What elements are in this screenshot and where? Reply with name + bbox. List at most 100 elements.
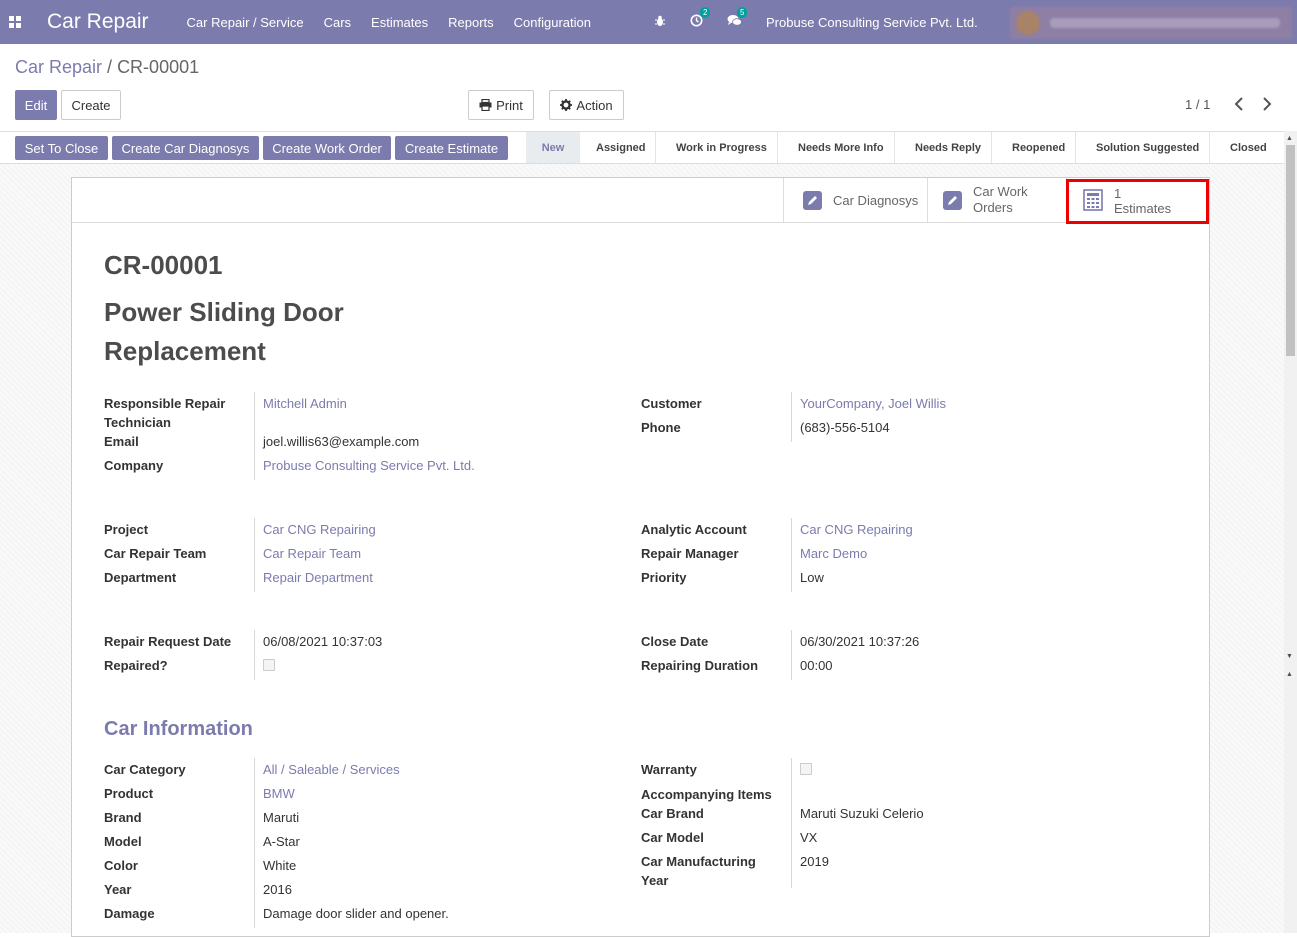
stage-needs-reply[interactable]: Needs Reply <box>915 132 981 163</box>
activity-clock-icon[interactable]: 2 <box>690 7 711 30</box>
action-button[interactable]: Action <box>549 90 624 120</box>
bug-icon[interactable] <box>654 14 666 30</box>
edit-button[interactable]: Edit <box>15 90 57 120</box>
print-icon <box>479 99 492 111</box>
scroll-up-icon-2[interactable]: ▲ <box>1286 671 1293 678</box>
create-car-diagnosys-button[interactable]: Create Car Diagnosys <box>112 136 259 160</box>
pencil-icon <box>802 190 822 210</box>
messages-count-badge: 5 <box>737 7 748 18</box>
car-category-field[interactable]: All / Saleable / Services <box>263 760 400 779</box>
menu-configuration[interactable]: Configuration <box>514 15 591 30</box>
model-label: Model <box>104 834 142 849</box>
car-diagnosys-smart-button[interactable]: Car Diagnosys <box>783 178 927 222</box>
create-estimate-button[interactable]: Create Estimate <box>395 136 508 160</box>
repairing-duration-field[interactable]: 00:00 <box>800 656 833 675</box>
damage-label: Damage <box>104 906 155 921</box>
user-name-blurred <box>1050 18 1280 28</box>
menu-cars[interactable]: Cars <box>324 15 351 30</box>
stage-assigned[interactable]: Assigned <box>596 132 646 163</box>
product-label: Product <box>104 786 154 801</box>
car-information-title: Car Information <box>104 718 253 740</box>
menu-reports[interactable]: Reports <box>448 15 494 30</box>
company-label: Company <box>104 458 164 473</box>
phone-label: Phone <box>641 420 681 435</box>
car-brand-field[interactable]: Maruti Suzuki Celerio <box>800 804 924 823</box>
breadcrumb-separator: / <box>107 57 118 77</box>
car-manufacturing-year-field[interactable]: 2019 <box>800 852 829 871</box>
priority-label: Priority <box>641 570 687 585</box>
app-brand[interactable]: Car Repair <box>47 10 149 34</box>
year-field[interactable]: 2016 <box>263 880 292 899</box>
color-label: Color <box>104 858 138 873</box>
warranty-checkbox[interactable] <box>800 763 812 775</box>
repairing-duration-label: Repairing Duration <box>641 658 759 673</box>
stage-closed[interactable]: Closed <box>1230 132 1267 163</box>
menu-car-repair-service[interactable]: Car Repair / Service <box>187 15 304 30</box>
gear-icon <box>560 99 573 111</box>
menu-estimates[interactable]: Estimates <box>371 15 428 30</box>
print-button[interactable]: Print <box>468 90 534 120</box>
car-model-field[interactable]: VX <box>800 828 817 847</box>
stage-reopened[interactable]: Reopened <box>1012 132 1065 163</box>
stage-work-in-progress[interactable]: Work in Progress <box>676 132 767 163</box>
create-work-order-button[interactable]: Create Work Order <box>263 136 391 160</box>
record-name[interactable]: Power Sliding Door Replacement <box>104 293 344 371</box>
car-model-label: Car Model <box>641 830 704 845</box>
messages-icon[interactable]: 5 <box>727 7 748 30</box>
model-field[interactable]: A-Star <box>263 832 300 851</box>
department-field[interactable]: Repair Department <box>263 568 373 587</box>
analytic-account-label: Analytic Account <box>641 522 747 537</box>
damage-field[interactable]: Damage door slider and opener. <box>263 904 449 923</box>
company-field[interactable]: Probuse Consulting Service Pvt. Ltd. <box>263 456 475 475</box>
stage-solution-suggested[interactable]: Solution Suggested <box>1096 132 1199 163</box>
avatar <box>1016 11 1040 35</box>
top-navbar: Car Repair Car Repair / Service Cars Est… <box>0 0 1297 44</box>
phone-field[interactable]: (683)-556-5104 <box>800 418 890 437</box>
repaired-checkbox[interactable] <box>263 659 275 671</box>
project-field[interactable]: Car CNG Repairing <box>263 520 376 539</box>
brand-field[interactable]: Maruti <box>263 808 299 827</box>
systray: 2 5 Probuse Consulting Service Pvt. Ltd. <box>654 0 978 44</box>
highlight-box <box>1066 179 1209 224</box>
action-label: Action <box>576 97 613 113</box>
scroll-thumb[interactable] <box>1286 145 1295 356</box>
repair-manager-label: Repair Manager <box>641 546 739 561</box>
pager-previous-icon[interactable] <box>1234 95 1244 118</box>
customer-field[interactable]: YourCompany, Joel Willis <box>800 394 946 413</box>
responsible-field[interactable]: Mitchell Admin <box>263 394 347 413</box>
team-field[interactable]: Car Repair Team <box>263 544 361 563</box>
record-code: CR-00001 <box>104 250 223 280</box>
warranty-label: Warranty <box>641 762 697 777</box>
pager-value[interactable]: 1 / 1 <box>1185 97 1210 112</box>
repaired-label: Repaired? <box>104 658 168 673</box>
car-work-orders-smart-button[interactable]: Car Work Orders <box>927 178 1067 222</box>
pager-next-icon[interactable] <box>1262 95 1272 118</box>
project-label: Project <box>104 522 149 537</box>
priority-field[interactable]: Low <box>800 568 824 587</box>
repair-manager-field[interactable]: Marc Demo <box>800 544 867 563</box>
scroll-down-icon[interactable]: ▼ <box>1286 653 1293 660</box>
statusbar: Set To Close Create Car Diagnosys Create… <box>0 131 1297 164</box>
email-field[interactable]: joel.willis63@example.com <box>263 432 419 451</box>
email-label: Email <box>104 434 139 449</box>
color-field[interactable]: White <box>263 856 296 875</box>
responsible-label: Responsible Repair Technician <box>104 396 226 430</box>
scroll-up-icon[interactable]: ▲ <box>1286 135 1293 142</box>
set-to-close-button[interactable]: Set To Close <box>15 136 108 160</box>
product-field[interactable]: BMW <box>263 784 295 803</box>
repair-request-date-field[interactable]: 06/08/2021 10:37:03 <box>263 632 382 651</box>
breadcrumb-parent[interactable]: Car Repair <box>15 57 102 77</box>
customer-label: Customer <box>641 396 702 411</box>
close-date-field[interactable]: 06/30/2021 10:37:26 <box>800 632 919 651</box>
stage-new[interactable]: New <box>526 132 580 163</box>
vertical-scrollbar[interactable]: ▲ ▼ ▲ <box>1284 131 1297 933</box>
user-menu[interactable] <box>1010 7 1292 39</box>
company-switcher[interactable]: Probuse Consulting Service Pvt. Ltd. <box>766 15 978 30</box>
car-category-label: Car Category <box>104 762 186 777</box>
analytic-account-field[interactable]: Car CNG Repairing <box>800 520 913 539</box>
create-button[interactable]: Create <box>61 90 121 120</box>
apps-menu-icon[interactable] <box>0 0 30 44</box>
stage-needs-more-info[interactable]: Needs More Info <box>798 132 884 163</box>
smart-button-box: Car Diagnosys Car Work Orders 1 Estimate… <box>72 178 1209 224</box>
car-work-orders-label: Car Work Orders <box>973 184 1028 215</box>
